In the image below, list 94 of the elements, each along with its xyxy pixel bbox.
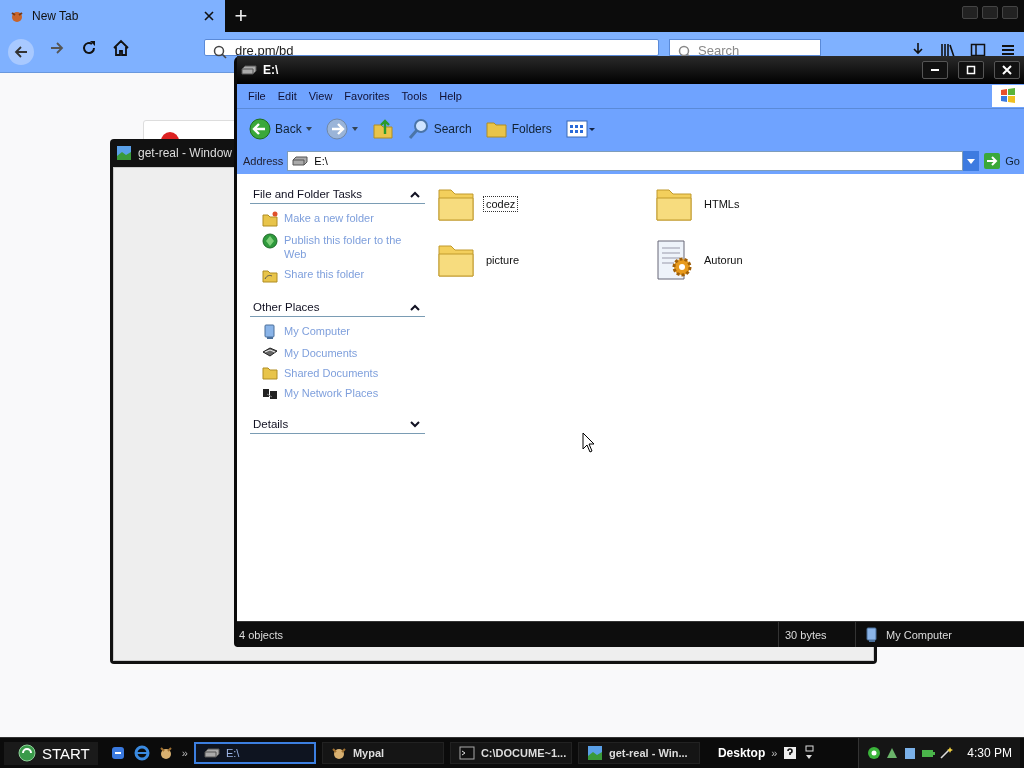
network-icon <box>262 386 278 400</box>
menu-item[interactable]: Favorites <box>339 88 395 104</box>
more-button[interactable]: » <box>771 747 778 759</box>
menu-item[interactable]: View <box>303 88 338 104</box>
search-field[interactable]: Search <box>669 39 821 56</box>
orb-icon <box>18 744 36 762</box>
browser-tab[interactable]: New Tab <box>0 0 225 32</box>
mouse-cursor-icon <box>582 432 595 453</box>
search-icon <box>678 45 692 59</box>
address-label: Address <box>243 155 284 167</box>
search-icon <box>407 117 430 140</box>
settings-file-icon <box>655 238 693 282</box>
views-icon <box>565 119 596 138</box>
file-name[interactable]: HTMLs <box>701 196 743 212</box>
back-button[interactable]: Back <box>245 115 316 142</box>
maximize-icon <box>966 65 976 75</box>
shared-folder-icon <box>262 267 278 283</box>
caret-icon <box>305 126 312 131</box>
documents-icon <box>262 346 278 358</box>
taskbar-button[interactable]: Mypal <box>321 742 444 764</box>
app-icon[interactable] <box>885 746 900 760</box>
image-icon <box>116 145 132 161</box>
console-icon <box>458 746 475 760</box>
folder-icon <box>655 186 693 222</box>
flag-icon <box>999 87 1017 105</box>
back-button[interactable] <box>8 39 34 65</box>
toolbar-label: Desktop <box>716 746 766 760</box>
forward-icon <box>325 117 348 140</box>
home-icon[interactable] <box>112 39 130 57</box>
menu-item[interactable]: Tools <box>396 88 433 104</box>
app-icon[interactable] <box>109 745 126 761</box>
sidebar-icon[interactable] <box>970 42 986 58</box>
window-title: get-real - Window <box>138 146 233 160</box>
menu-icon[interactable] <box>1000 42 1016 58</box>
close-button[interactable] <box>994 61 1020 79</box>
back-icon <box>249 117 271 140</box>
taskbar-button[interactable]: E:\ <box>193 742 316 764</box>
maximize-button[interactable] <box>958 61 984 79</box>
app-icon <box>330 746 347 760</box>
start-button[interactable]: START <box>4 741 98 765</box>
close-icon[interactable] <box>203 10 215 22</box>
panel-header[interactable]: File and Folder Tasks <box>250 188 425 204</box>
folder-icon <box>437 242 475 278</box>
menu-item[interactable]: Edit <box>272 88 302 104</box>
app-icon <box>10 9 24 23</box>
drive-icon <box>292 156 309 166</box>
minimize-button[interactable] <box>922 61 948 79</box>
new-folder-icon <box>262 211 278 227</box>
status-text: 30 bytes <box>785 628 827 641</box>
menu-item[interactable]: Help <box>434 88 467 104</box>
library-icon[interactable] <box>940 42 956 58</box>
panel-header[interactable]: Details <box>250 418 425 434</box>
clock: 4:30 PM <box>966 746 1012 760</box>
drive-icon <box>241 65 257 75</box>
help-icon[interactable] <box>783 746 798 760</box>
close-icon <box>1002 65 1012 75</box>
more-button[interactable]: » <box>181 747 188 759</box>
status-text: 4 objects <box>238 628 285 641</box>
panel-header[interactable]: Other Places <box>250 301 425 317</box>
computer-icon <box>864 626 880 643</box>
go-icon <box>983 152 1002 170</box>
notes-icon[interactable] <box>903 746 918 760</box>
network-tray-icon[interactable] <box>867 746 882 760</box>
menu-item[interactable]: File <box>243 88 271 104</box>
minimize-icon <box>931 69 939 71</box>
file-name[interactable]: picture <box>483 252 523 268</box>
drive-icon <box>203 748 220 758</box>
folder-icon <box>437 186 475 222</box>
address-field[interactable]: E:\ <box>287 151 964 171</box>
status-text: My Computer <box>886 628 953 641</box>
address-field[interactable]: dre.pm/bd <box>204 39 659 56</box>
file-name[interactable]: codez <box>483 196 519 212</box>
window-title: E:\ <box>263 63 280 77</box>
new-tab-button[interactable]: + <box>225 0 257 32</box>
image-icon <box>586 745 603 761</box>
restore-icon[interactable] <box>803 745 816 761</box>
folder-icon <box>262 366 278 380</box>
app-icon[interactable] <box>157 745 174 761</box>
wand-icon[interactable] <box>939 746 954 760</box>
file-name[interactable]: Autorun <box>701 252 746 268</box>
go-button[interactable]: Go <box>983 152 1024 170</box>
globe-icon <box>262 233 278 249</box>
caret-icon <box>967 158 976 164</box>
folder-up-icon <box>371 117 394 140</box>
computer-icon <box>262 324 278 340</box>
caret-icon <box>351 126 358 131</box>
search-icon <box>213 45 227 59</box>
taskbar-button[interactable]: get-real - Win... <box>577 742 700 764</box>
browser-icon[interactable] <box>133 745 150 761</box>
search-button[interactable]: Search <box>403 115 476 142</box>
dropdown-button[interactable] <box>963 151 980 171</box>
reload-icon[interactable] <box>80 39 98 57</box>
folders-button[interactable]: Folders <box>481 116 556 141</box>
taskbar-button[interactable]: C:\DOCUME~1... <box>449 742 572 764</box>
